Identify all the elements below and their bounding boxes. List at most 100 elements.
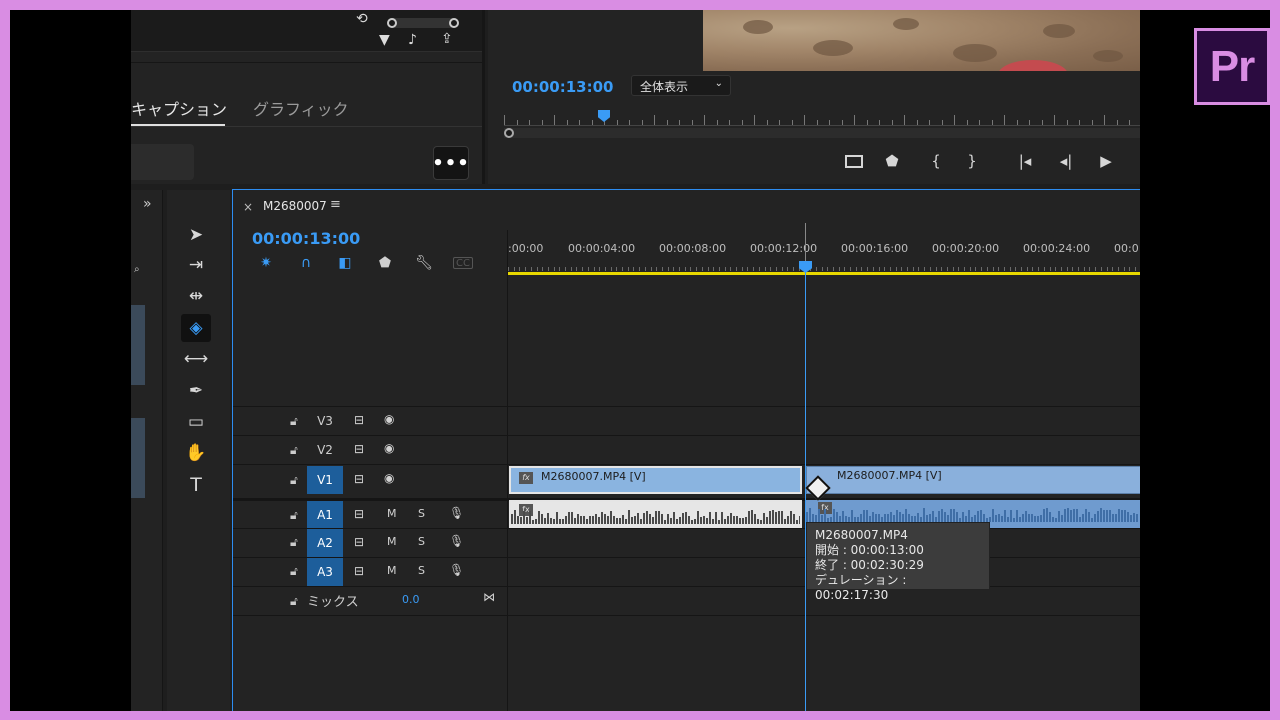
slider-knob-start[interactable]	[387, 18, 397, 28]
ruler-tick	[1106, 267, 1108, 271]
step-back-icon[interactable]: ◂|	[1053, 150, 1079, 172]
scrollbar-handle[interactable]	[504, 128, 514, 138]
sync-lock-icon[interactable]: ⊟	[354, 472, 364, 486]
track-label-a2[interactable]: A2	[307, 529, 343, 557]
audio-clip[interactable]: fx	[509, 500, 802, 528]
ruler-tick	[1079, 120, 1080, 125]
mark-in-icon[interactable]: {	[923, 150, 949, 172]
menu-icon[interactable]: ≡	[330, 197, 341, 212]
add-marker-icon[interactable]: ⬟	[879, 150, 905, 172]
waveform-bar	[523, 510, 525, 524]
eye-icon[interactable]: ◉	[384, 412, 394, 426]
sync-lock-icon[interactable]: ⊟	[354, 535, 364, 549]
lock-icon[interactable]: 🔓︎	[290, 414, 298, 429]
lock-icon[interactable]: 🔓︎	[290, 564, 298, 579]
reset-icon[interactable]: ⟲	[356, 11, 368, 27]
mix-volume-value[interactable]: 0.0	[402, 593, 420, 606]
sequence-tab[interactable]: M2680007	[263, 199, 327, 213]
close-icon[interactable]: ×	[243, 200, 253, 214]
sync-lock-icon[interactable]: ⊟	[354, 442, 364, 456]
tab-graphics[interactable]: グラフィック	[253, 96, 349, 120]
program-zoom-scrollbar[interactable]	[504, 128, 1140, 138]
nest-icon[interactable]: ✷	[256, 254, 276, 272]
mute-button[interactable]: M	[387, 507, 397, 520]
snap-icon[interactable]: ∩	[296, 254, 316, 272]
waveform-bar	[1010, 509, 1012, 522]
play-icon[interactable]: ▶	[1093, 150, 1119, 172]
lock-icon[interactable]: 🔓︎	[290, 535, 298, 550]
waveform-bar	[742, 517, 744, 524]
rectangle-tool[interactable]: ▭	[181, 408, 211, 436]
pen-tool[interactable]: ✒	[181, 377, 211, 405]
sync-lock-icon[interactable]: ⊟	[354, 507, 364, 521]
linked-selection-icon[interactable]: ◧	[335, 254, 355, 272]
lock-icon[interactable]: 🔓︎	[290, 443, 298, 458]
panel-field[interactable]	[131, 144, 194, 180]
solo-button[interactable]: S	[418, 507, 425, 520]
solo-button[interactable]: S	[418, 564, 425, 577]
add-marker-icon[interactable]: ⬟	[375, 254, 395, 272]
settings-wrench-icon[interactable]: 🔧︎	[414, 254, 434, 272]
video-clip[interactable]: fx M2680007.MP4 [V]	[509, 466, 802, 494]
sync-lock-icon[interactable]: ⊟	[354, 564, 364, 578]
time-ruler[interactable]: :00:00 00:00:04:00 00:00:08:00 00:00:12:00 0…	[508, 230, 1140, 275]
zoom-level-select[interactable]: 全体表示 ⌄	[631, 75, 731, 96]
captions-icon[interactable]: CC	[453, 257, 473, 269]
more-options-button[interactable]: •••	[432, 146, 469, 180]
waveform-bar	[640, 518, 642, 524]
waveform-bar	[739, 517, 741, 524]
ruler-tick	[541, 120, 543, 125]
sync-lock-icon[interactable]: ⊟	[354, 413, 364, 427]
solo-button[interactable]: S	[418, 535, 425, 548]
thumbnail[interactable]	[131, 418, 145, 498]
work-area-bar[interactable]	[508, 272, 1140, 275]
video-clip[interactable]: M2680007.MP4 [V]	[806, 466, 1140, 494]
export-icon[interactable]: ⇪	[441, 31, 453, 47]
waveform-bar	[1082, 513, 1084, 522]
slider-knob-end[interactable]	[449, 18, 459, 28]
slip-tool[interactable]: ⟷	[181, 345, 211, 373]
type-tool[interactable]: T	[181, 471, 211, 499]
waveform-bar	[709, 512, 711, 524]
mute-button[interactable]: M	[387, 564, 397, 577]
waveform-bar	[628, 510, 630, 524]
track-label-a1[interactable]: A1	[307, 501, 343, 529]
waveform-bar	[790, 510, 792, 524]
microphone-icon[interactable]: 🎙︎	[449, 534, 464, 548]
lock-icon[interactable]: 🔓︎	[290, 508, 298, 523]
eye-icon[interactable]: ◉	[384, 471, 394, 485]
hand-tool[interactable]: ✋	[181, 439, 211, 467]
razor-tool[interactable]: ◈	[181, 314, 211, 342]
lock-icon[interactable]: 🔓︎	[290, 473, 298, 488]
mute-button[interactable]: M	[387, 535, 397, 548]
timeline-timecode[interactable]: 00:00:13:00	[252, 229, 360, 248]
go-to-in-icon[interactable]: |◂	[1012, 150, 1038, 172]
ruler-tick	[912, 267, 914, 271]
waveform-bar	[956, 511, 958, 522]
mix-track-label: ミックス	[307, 595, 359, 610]
program-timecode[interactable]: 00:00:13:00	[512, 78, 614, 96]
track-select-tool[interactable]: ⇥	[181, 251, 211, 279]
selection-tool[interactable]: ➤	[181, 221, 211, 249]
ripple-edit-tool[interactable]: ⇹	[181, 282, 211, 310]
track-label-v1[interactable]: V1	[307, 466, 343, 494]
mark-out-icon[interactable]: }	[959, 150, 985, 172]
eye-icon[interactable]: ◉	[384, 441, 394, 455]
zoom-level-value: 全体表示	[640, 80, 689, 94]
audio-icon[interactable]: ♪	[408, 32, 417, 48]
microphone-icon[interactable]: 🎙︎	[449, 506, 464, 520]
filter-icon[interactable]: ▼	[379, 32, 390, 48]
track-label-v3[interactable]: V3	[307, 414, 343, 428]
thumbnail[interactable]	[131, 305, 145, 385]
track-label-v2[interactable]: V2	[307, 443, 343, 457]
track-label-a3[interactable]: A3	[307, 558, 343, 586]
microphone-icon[interactable]: 🎙︎	[449, 563, 464, 577]
lock-icon[interactable]: 🔓︎	[290, 594, 298, 609]
project-panel-strip: » ⌕	[131, 190, 163, 711]
panel-slider[interactable]	[387, 18, 459, 28]
safe-margins-icon[interactable]	[841, 150, 867, 172]
tab-captions[interactable]: キャプション	[131, 96, 227, 120]
search-icon[interactable]: ⌕	[134, 264, 140, 275]
bowtie-icon[interactable]: ⋈	[483, 590, 495, 604]
expand-panels-icon[interactable]: »	[143, 196, 152, 212]
